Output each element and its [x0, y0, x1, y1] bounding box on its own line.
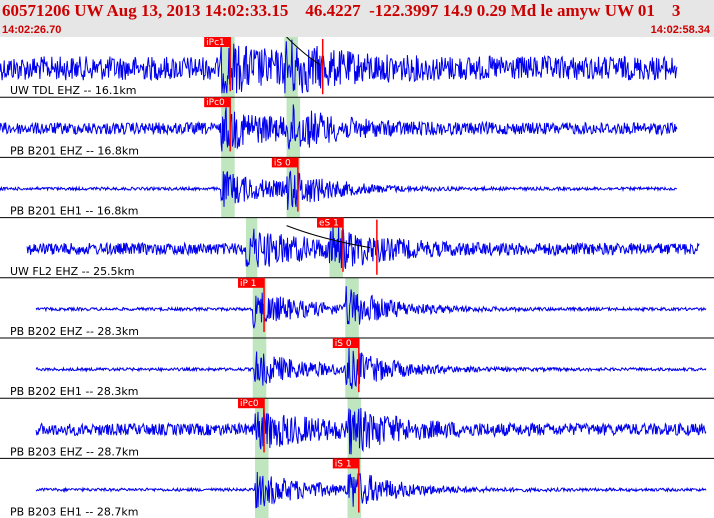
- pick-marker-label: iPc1: [206, 38, 225, 48]
- trace-label: UW TDL EHZ -- 16.1km: [10, 84, 137, 97]
- trace-label: PB B202 EH1 -- 28.3km: [10, 385, 138, 398]
- pick-marker-label: iS 1: [335, 459, 352, 469]
- time-end-label: 14:02:58.34: [650, 24, 710, 36]
- waveform-trace: [26, 224, 700, 269]
- time-start-label: 14:02:26.70: [2, 24, 62, 36]
- waveform-trace: [35, 286, 707, 329]
- trace-label: UW FL2 EHZ -- 25.5km: [10, 265, 135, 278]
- pick-marker-label: iP 1: [240, 279, 257, 289]
- pick-window-band: [245, 217, 258, 278]
- pick-marker-label: iPc0: [240, 399, 259, 409]
- trace-label: PB B201 EH1 -- 16.8km: [10, 205, 138, 218]
- seismogram-plot[interactable]: iPc1 UW TDL EHZ -- 16.1km iPc0 PB B201 EHZ …: [0, 37, 714, 518]
- header-bar: 60571206 UW Aug 13, 2013 14:02:33.15 46.…: [0, 0, 714, 37]
- waveform-trace: [35, 347, 707, 390]
- trace-label: PB B203 EHZ -- 28.7km: [10, 445, 139, 458]
- pick-marker-label: iS 0: [274, 158, 291, 168]
- trace-label: PB B203 EH1 -- 28.7km: [10, 506, 138, 518]
- pick-marker-label: eS 1: [319, 219, 339, 229]
- waveform-trace: [35, 471, 707, 509]
- pick-marker-label: iPc0: [206, 98, 225, 108]
- event-title: 60571206 UW Aug 13, 2013 14:02:33.15 46.…: [2, 1, 681, 20]
- trace-label: PB B202 EHZ -- 28.3km: [10, 325, 139, 338]
- trace-label: PB B201 EHZ -- 16.8km: [10, 144, 139, 157]
- pick-marker-label: iS 0: [335, 339, 352, 349]
